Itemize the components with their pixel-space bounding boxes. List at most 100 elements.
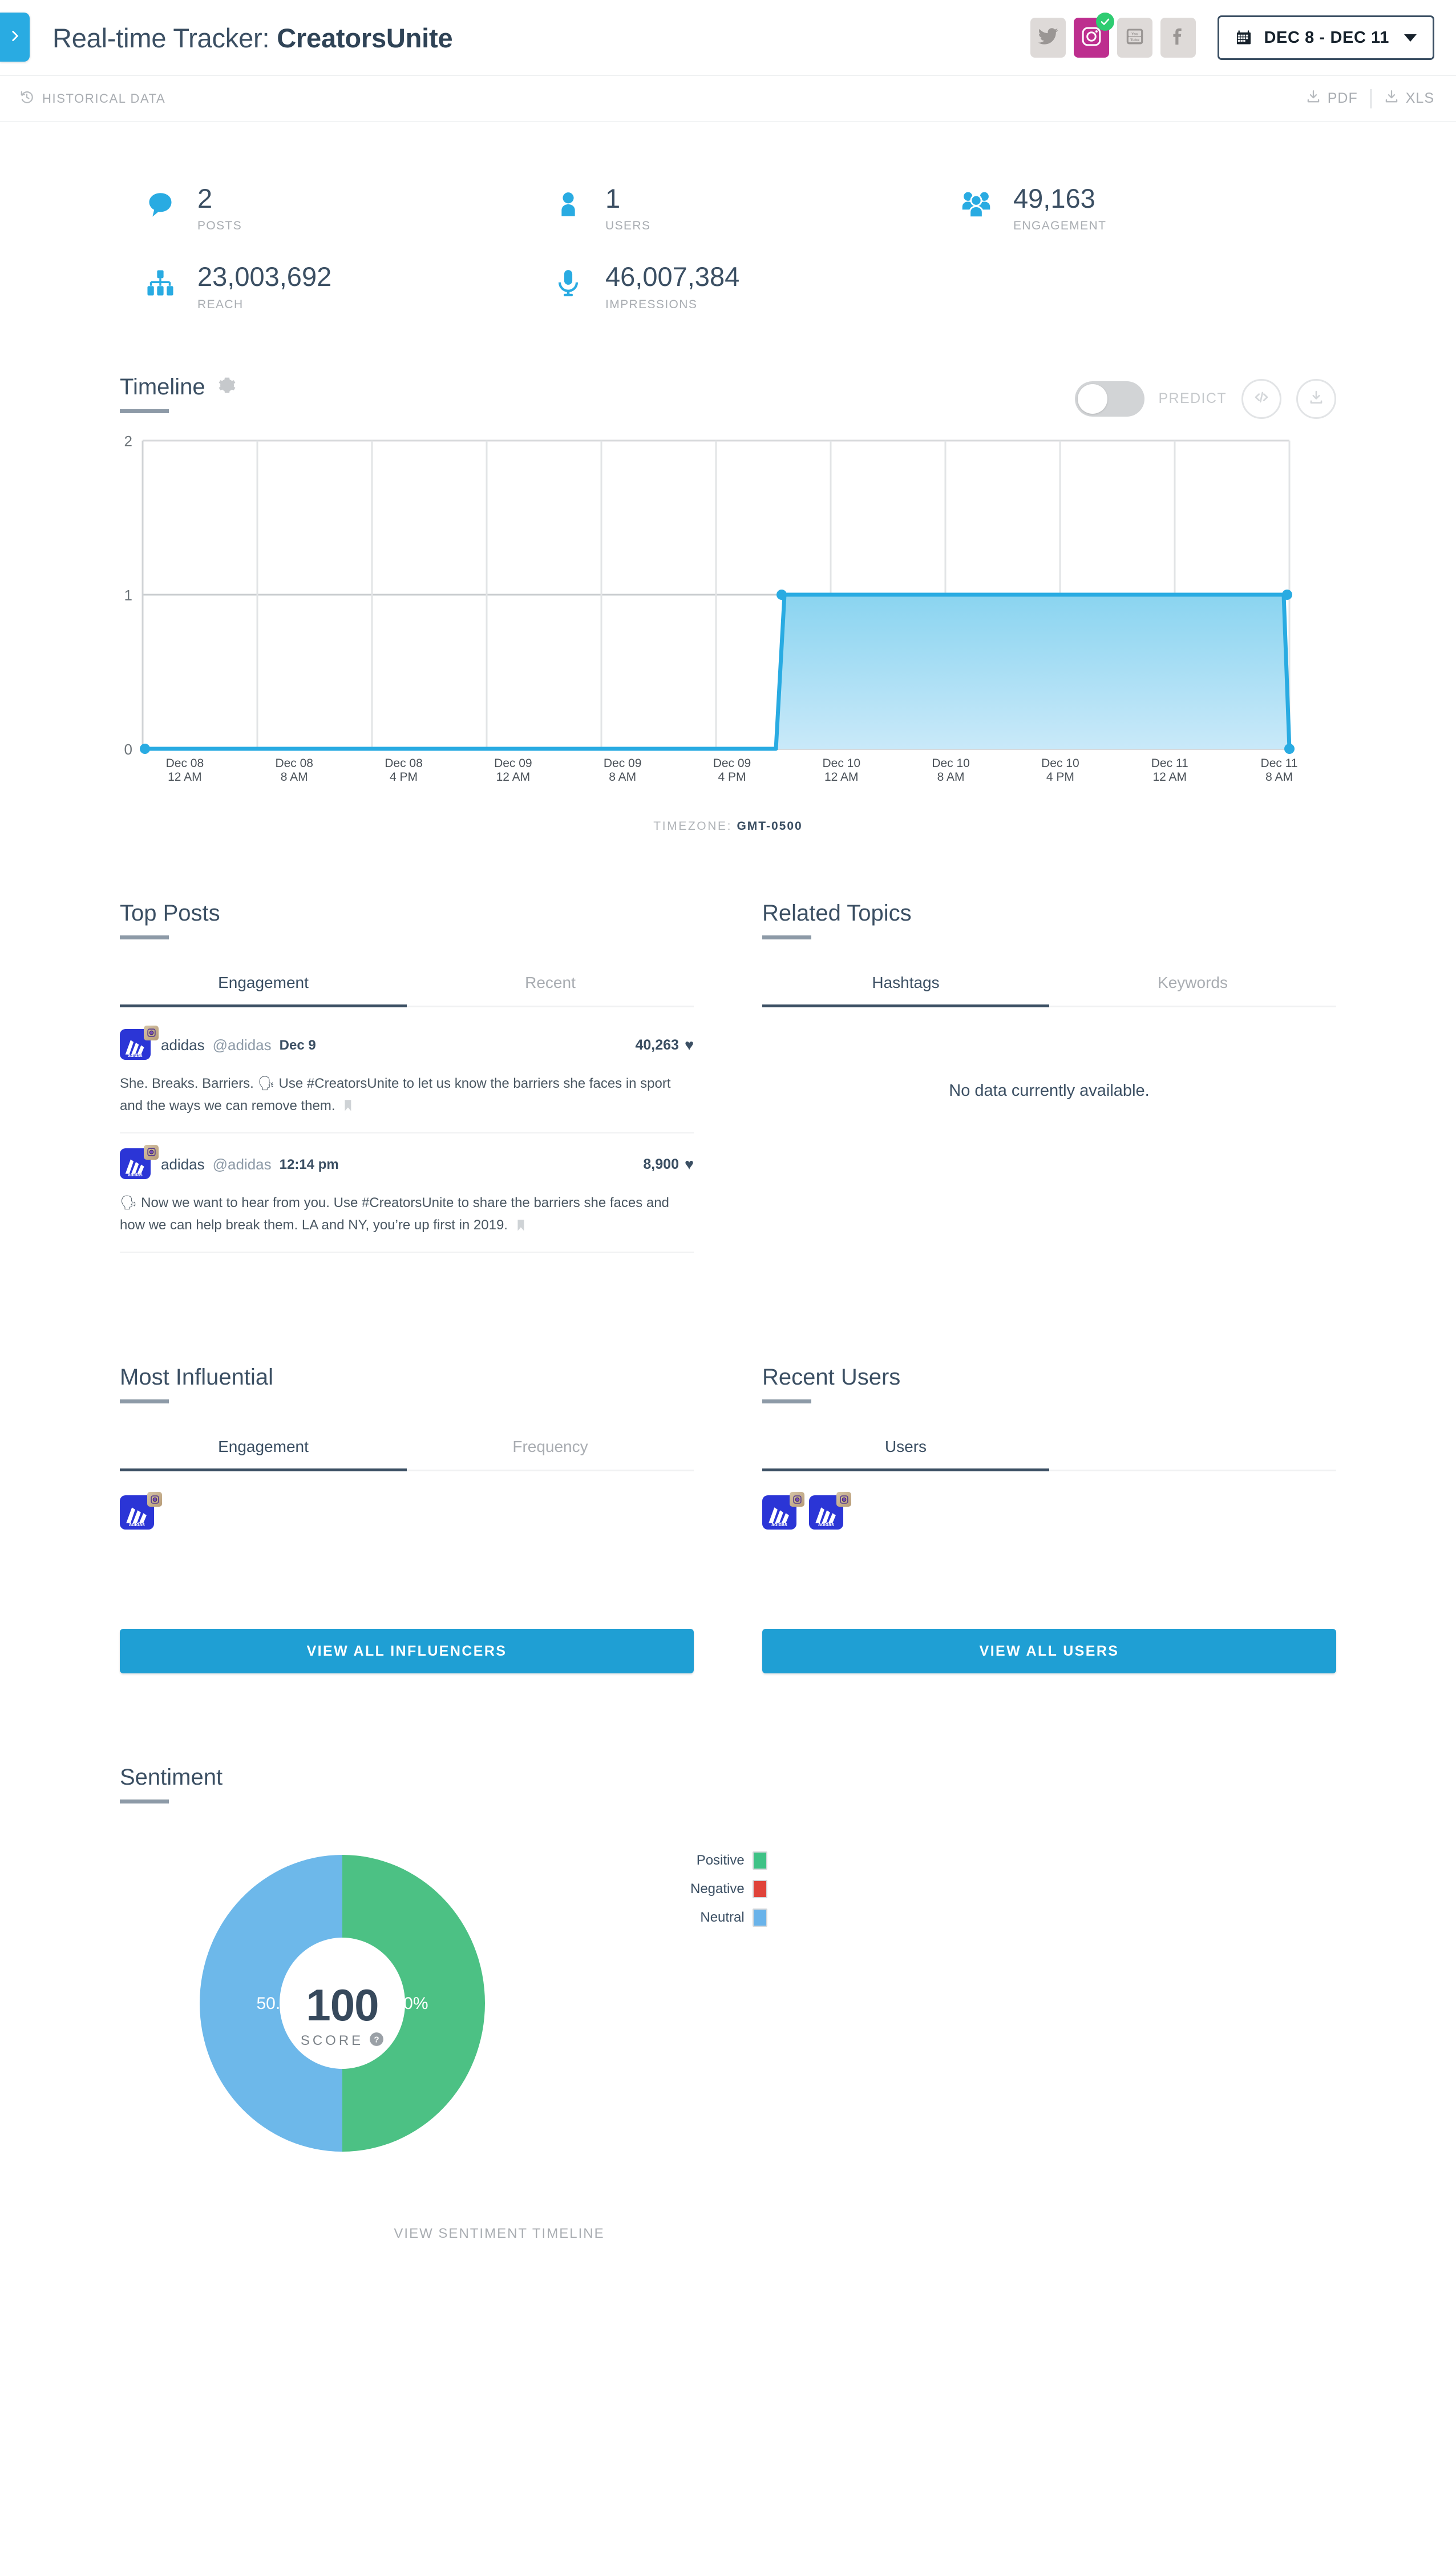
stat-reach-value: 23,003,692	[197, 261, 332, 292]
export-pdf-label: PDF	[1327, 90, 1358, 106]
legend-item-neutral[interactable]: Neutral	[690, 1909, 767, 1927]
post-item[interactable]: adidas adidas @adidas Dec 9 40,263 ♥ She…	[120, 1014, 694, 1133]
flag-icon[interactable]	[343, 1096, 353, 1112]
stat-impressions-value: 46,007,384	[605, 261, 740, 292]
legend-label: Positive	[696, 1853, 745, 1869]
network-filter-youtube[interactable]: You Tube	[1117, 18, 1153, 58]
svg-text:Tube: Tube	[1131, 38, 1140, 42]
network-filter-twitter[interactable]	[1030, 18, 1066, 58]
svg-text:adidas: adidas	[771, 1522, 787, 1527]
influencer-avatar-list: adidas	[120, 1471, 694, 1532]
summary-stats-row: 2 POSTS 1 USERS 49,163 ENGAGEMENT	[137, 184, 1319, 233]
post-text: She. Breaks. Barriers. 🗣 Use #CreatorsUn…	[120, 1075, 671, 1114]
legend-swatch-positive	[752, 1851, 767, 1870]
timeline-chart[interactable]: 2 1 0 Dec 08 12 AM Dec 08 8 AM Dec 08 4 PM …	[120, 434, 1336, 784]
export-xls-button[interactable]: XLS	[1384, 89, 1434, 108]
tab-hashtags[interactable]: Hashtags	[762, 963, 1049, 1007]
export-actions: PDF XLS	[1306, 88, 1434, 108]
tab-recent[interactable]: Recent	[407, 963, 694, 1007]
view-all-users-button[interactable]: VIEW ALL USERS	[762, 1629, 1336, 1674]
stat-engagement-label: ENGAGEMENT	[1013, 219, 1107, 233]
svg-text:0: 0	[124, 741, 132, 758]
stat-users: 1 USERS	[545, 184, 953, 233]
legend-label: Neutral	[700, 1910, 745, 1926]
legend-item-negative[interactable]: Negative	[690, 1880, 767, 1899]
timeline-header: Timeline PREDICT	[120, 374, 1336, 419]
svg-text:1: 1	[124, 587, 132, 604]
user-icon	[545, 184, 592, 219]
predict-toggle[interactable]	[1075, 381, 1145, 417]
stat-reach: 23,003,692 REACH	[137, 263, 545, 311]
stat-users-label: USERS	[605, 219, 651, 233]
stat-users-value: 1	[605, 183, 621, 213]
stat-posts-label: POSTS	[197, 219, 242, 233]
legend-label: Negative	[690, 1881, 745, 1897]
tab-engagement[interactable]: Engagement	[120, 1427, 407, 1472]
influencer-avatar[interactable]: adidas	[120, 1492, 162, 1532]
x-tick-label: Dec 10 12 AM	[822, 756, 861, 784]
view-sentiment-timeline-link[interactable]: VIEW SENTIMENT TIMELINE	[120, 2226, 879, 2242]
related-topics-title: Related Topics	[762, 900, 912, 926]
post-engagement: 40,263 ♥	[636, 1036, 694, 1054]
x-tick-label: Dec 10 8 AM	[932, 756, 970, 784]
sentiment-section: Sentiment 50.0% 50.0% 100 SCORE ? Positi…	[0, 1765, 1456, 2242]
svg-text:You: You	[1131, 32, 1138, 36]
sentiment-left-percent: 50.0%	[256, 1994, 305, 2013]
recent-users-tabs: Users	[762, 1427, 1336, 1472]
x-tick-label: Dec 11 12 AM	[1151, 756, 1188, 784]
export-xls-label: XLS	[1405, 90, 1434, 106]
legend-item-positive[interactable]: Positive	[690, 1851, 767, 1870]
date-range-picker[interactable]: DEC 8 - DEC 11	[1218, 15, 1434, 60]
download-chart-button[interactable]	[1296, 378, 1336, 419]
section-underline	[120, 1399, 169, 1404]
embed-code-button[interactable]	[1241, 378, 1281, 419]
network-filter-group: You Tube	[1030, 13, 1196, 58]
predict-label: PREDICT	[1158, 390, 1227, 407]
legend-swatch-negative	[752, 1880, 767, 1899]
tab-engagement[interactable]: Engagement	[120, 963, 407, 1007]
download-icon	[1308, 389, 1325, 409]
user-avatar[interactable]: adidas	[762, 1492, 804, 1532]
instagram-badge-icon	[147, 1492, 162, 1507]
user-avatar[interactable]: adidas	[809, 1492, 851, 1532]
top-posts-panel: Top Posts Engagement Recent adidas adida…	[120, 901, 728, 1253]
top-posts-title: Top Posts	[120, 900, 220, 926]
recent-users-panel: Recent Users Users adidas adidas	[728, 1365, 1336, 1532]
tab-frequency[interactable]: Frequency	[407, 1427, 694, 1471]
network-active-check-icon	[1096, 13, 1115, 31]
section-underline	[120, 409, 169, 413]
toolbar: HISTORICAL DATA PDF XLS	[0, 76, 1456, 122]
sentiment-donut-svg[interactable]: 50.0% 50.0%	[183, 1838, 502, 2169]
section-underline	[762, 1399, 811, 1404]
stat-engagement-value: 49,163	[1013, 183, 1095, 213]
tab-keywords[interactable]: Keywords	[1049, 963, 1336, 1007]
view-all-influencers-button[interactable]: VIEW ALL INFLUENCERS	[120, 1629, 694, 1674]
x-tick-label: Dec 08 12 AM	[165, 756, 204, 784]
export-pdf-button[interactable]: PDF	[1306, 89, 1358, 108]
gear-icon[interactable]	[218, 376, 236, 394]
flag-icon[interactable]	[516, 1216, 526, 1231]
historical-data-button[interactable]: HISTORICAL DATA	[19, 90, 165, 108]
question-mark-icon[interactable]: ?	[369, 2032, 384, 2049]
instagram-badge-icon	[144, 1025, 159, 1040]
comment-bubble-icon	[137, 184, 184, 220]
instagram-badge-icon	[144, 1144, 159, 1160]
tab-users[interactable]: Users	[762, 1427, 1049, 1472]
x-tick-label: Dec 11 8 AM	[1260, 756, 1298, 784]
post-engagement-value: 8,900	[643, 1156, 679, 1173]
sentiment-right-percent: 50.0%	[379, 1994, 428, 2013]
network-filter-instagram[interactable]	[1074, 13, 1115, 58]
post-item[interactable]: adidas adidas @adidas 12:14 pm 8,900 ♥ 🗣…	[120, 1133, 694, 1253]
instagram-badge-icon	[790, 1492, 804, 1507]
app-header: Real-time Tracker: CreatorsUnite You Tube	[0, 0, 1456, 76]
most-influential-tabs: Engagement Frequency	[120, 1427, 694, 1472]
microphone-icon	[545, 263, 592, 298]
x-tick-label: Dec 09 4 PM	[713, 756, 751, 784]
facebook-icon	[1167, 26, 1189, 50]
sidebar-toggle-button[interactable]	[0, 13, 30, 62]
network-filter-facebook[interactable]	[1160, 18, 1196, 58]
section-underline	[120, 935, 169, 939]
timezone-value: GMT-0500	[737, 819, 803, 833]
summary-stats-row: 23,003,692 REACH 46,007,384 IMPRESSIONS	[137, 263, 1319, 311]
page-title-prefix: Real-time Tracker:	[52, 22, 277, 53]
